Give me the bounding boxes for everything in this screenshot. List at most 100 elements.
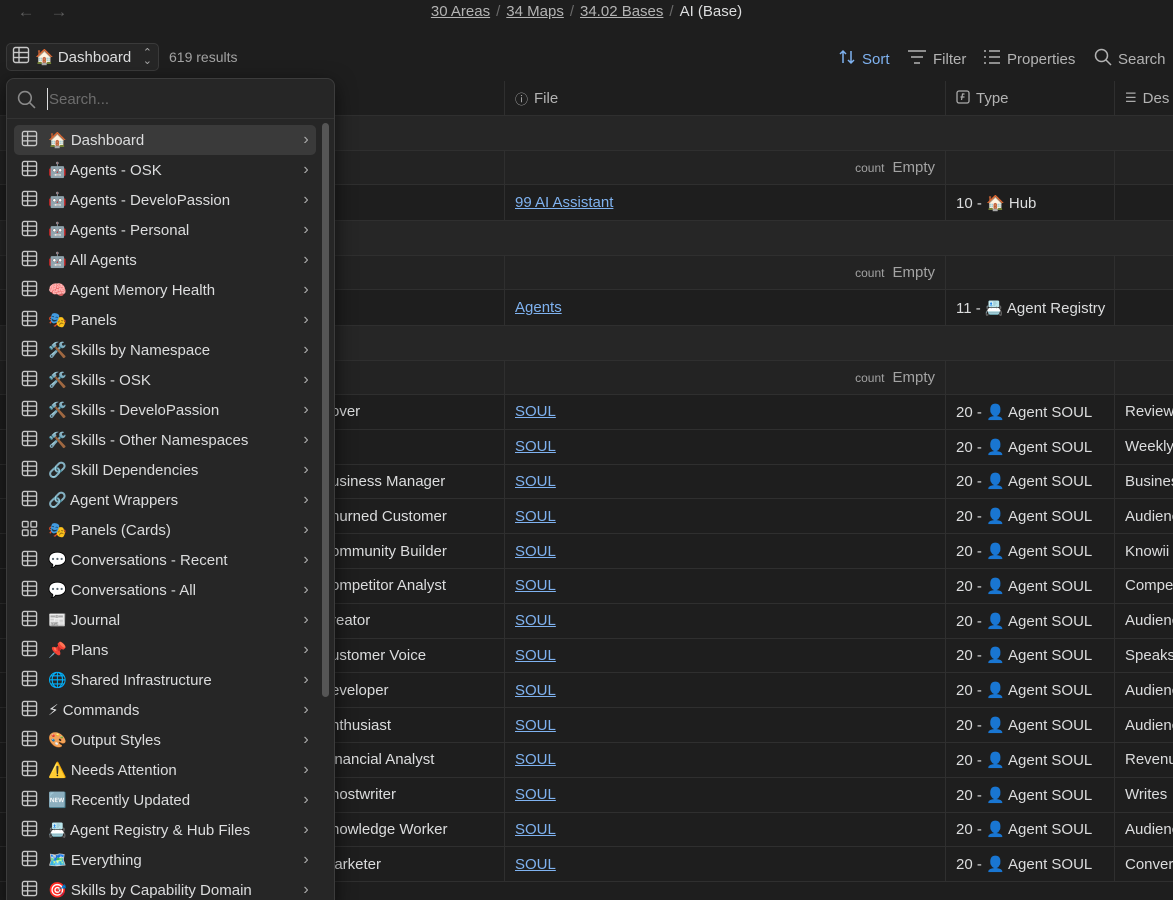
chevron-right-icon[interactable]: › — [296, 611, 316, 629]
view-item[interactable]: 📰 Journal › — [14, 605, 316, 635]
file-link[interactable]: SOUL — [515, 403, 556, 420]
view-item[interactable]: 🎭 Panels (Cards) › — [14, 515, 316, 545]
header-description[interactable]: ☰ Des — [1115, 81, 1173, 115]
chevron-right-icon[interactable]: › — [296, 881, 316, 899]
view-search-input[interactable] — [47, 88, 317, 110]
file-link[interactable]: SOUL — [515, 821, 556, 838]
view-selector[interactable]: 🏠 Dashboard ⌃ ⌄ — [6, 43, 159, 71]
view-item[interactable]: 📌 Plans › — [14, 635, 316, 665]
summary-cell-file[interactable]: count Empty — [505, 361, 946, 394]
view-item[interactable]: 🛠️ Skills - OSK › — [14, 365, 316, 395]
view-item[interactable]: 🛠️ Skills by Namespace › — [14, 335, 316, 365]
view-item[interactable]: 🤖 Agents - OSK › — [14, 155, 316, 185]
filter-button[interactable]: Filter — [907, 48, 966, 70]
cell-type[interactable]: 10 - 🏠 Hub — [946, 185, 1115, 220]
view-item[interactable]: 🗺️ Everything › — [14, 845, 316, 875]
chevron-right-icon[interactable]: › — [296, 671, 316, 689]
cell-description[interactable]: Audienc — [1115, 499, 1173, 533]
chevron-right-icon[interactable]: › — [296, 851, 316, 869]
cell-description[interactable]: Revenu — [1115, 743, 1173, 777]
view-item[interactable]: 🎭 Panels › — [14, 305, 316, 335]
cell-type[interactable]: 20 - 👤 Agent SOUL — [946, 743, 1115, 777]
file-link[interactable]: SOUL — [515, 508, 556, 525]
view-item[interactable]: 🛠️ Skills - DeveloPassion › — [14, 395, 316, 425]
chevron-right-icon[interactable]: › — [296, 281, 316, 299]
breadcrumb-link-bases[interactable]: 34.02 Bases — [580, 3, 663, 20]
cell-description[interactable]: Audienc — [1115, 604, 1173, 638]
view-item[interactable]: 🔗 Agent Wrappers › — [14, 485, 316, 515]
file-link[interactable]: 99 AI Assistant — [515, 194, 613, 211]
cell-type[interactable]: 20 - 👤 Agent SOUL — [946, 464, 1115, 499]
chevron-right-icon[interactable]: › — [296, 401, 316, 419]
chevron-right-icon[interactable]: › — [296, 371, 316, 389]
cell-type[interactable]: 20 - 👤 Agent SOUL — [946, 534, 1115, 568]
cell-description[interactable]: Compe — [1115, 569, 1173, 603]
view-item[interactable]: 💬 Conversations - All › — [14, 575, 316, 605]
summary-cell-file[interactable]: count Empty — [505, 256, 946, 289]
chevron-right-icon[interactable]: › — [296, 581, 316, 599]
scrollbar[interactable] — [322, 123, 329, 697]
chevron-right-icon[interactable]: › — [296, 341, 316, 359]
cell-description[interactable]: Audienc — [1115, 673, 1173, 707]
cell-type[interactable]: 20 - 👤 Agent SOUL — [946, 638, 1115, 673]
view-item[interactable]: 🧠 Agent Memory Health › — [14, 275, 316, 305]
cell-type[interactable]: 20 - 👤 Agent SOUL — [946, 673, 1115, 708]
file-link[interactable]: SOUL — [515, 786, 556, 803]
cell-type[interactable]: 20 - 👤 Agent SOUL — [946, 499, 1115, 534]
chevron-right-icon[interactable]: › — [296, 761, 316, 779]
cell-type[interactable]: 20 - 👤 Agent SOUL — [946, 812, 1115, 847]
file-link[interactable]: SOUL — [515, 543, 556, 560]
cell-description[interactable]: Audienc — [1115, 708, 1173, 742]
file-link[interactable]: SOUL — [515, 438, 556, 455]
cell-type[interactable]: 11 - 📇 Agent Registry — [946, 290, 1115, 325]
properties-button[interactable]: Properties — [983, 48, 1075, 70]
cell-description[interactable]: Knowii — [1115, 534, 1173, 568]
sort-button[interactable]: Sort — [838, 48, 890, 70]
chevron-right-icon[interactable]: › — [296, 731, 316, 749]
cell-description[interactable]: Conver — [1115, 847, 1173, 881]
cell-description[interactable]: Writes — [1115, 778, 1173, 812]
file-link[interactable]: Agents — [515, 299, 562, 316]
chevron-right-icon[interactable]: › — [296, 641, 316, 659]
view-item[interactable]: 🤖 Agents - Personal › — [14, 215, 316, 245]
view-item[interactable]: ⚡ Commands › — [14, 695, 316, 725]
cell-description[interactable] — [1115, 185, 1173, 220]
header-type[interactable]: Type — [946, 81, 1115, 115]
chevron-right-icon[interactable]: › — [296, 431, 316, 449]
chevron-right-icon[interactable]: › — [296, 701, 316, 719]
chevron-right-icon[interactable]: › — [296, 221, 316, 239]
cell-type[interactable]: 20 - 👤 Agent SOUL — [946, 708, 1115, 742]
cell-type[interactable]: 20 - 👤 Agent SOUL — [946, 429, 1115, 464]
file-link[interactable]: SOUL — [515, 612, 556, 629]
cell-type[interactable]: 20 - 👤 Agent SOUL — [946, 777, 1115, 812]
cell-description[interactable]: Audienc — [1115, 813, 1173, 847]
cell-description[interactable] — [1115, 290, 1173, 325]
file-link[interactable]: SOUL — [515, 751, 556, 768]
view-item[interactable]: 🌐 Shared Infrastructure › — [14, 665, 316, 695]
breadcrumb-link-areas[interactable]: 30 Areas — [431, 3, 490, 20]
file-link[interactable]: SOUL — [515, 682, 556, 699]
view-item[interactable]: 🎯 Skills by Capability Domain › — [14, 875, 316, 900]
cell-description[interactable]: Busines — [1115, 465, 1173, 499]
cell-description[interactable]: Review — [1115, 395, 1173, 429]
view-item[interactable]: 💬 Conversations - Recent › — [14, 545, 316, 575]
chevron-right-icon[interactable]: › — [296, 791, 316, 809]
file-link[interactable]: SOUL — [515, 717, 556, 734]
view-item[interactable]: 🎨 Output Styles › — [14, 725, 316, 755]
file-link[interactable]: SOUL — [515, 473, 556, 490]
chevron-right-icon[interactable]: › — [296, 311, 316, 329]
file-link[interactable]: SOUL — [515, 856, 556, 873]
view-item[interactable]: 🛠️ Skills - Other Namespaces › — [14, 425, 316, 455]
chevron-right-icon[interactable]: › — [296, 191, 316, 209]
chevron-right-icon[interactable]: › — [296, 521, 316, 539]
chevron-right-icon[interactable]: › — [296, 461, 316, 479]
view-item[interactable]: ⚠️ Needs Attention › — [14, 755, 316, 785]
chevron-right-icon[interactable]: › — [296, 251, 316, 269]
chevron-right-icon[interactable]: › — [296, 161, 316, 179]
cell-type[interactable]: 20 - 👤 Agent SOUL — [946, 603, 1115, 638]
chevron-right-icon[interactable]: › — [296, 131, 316, 149]
view-item[interactable]: 🤖 Agents - DeveloPassion › — [14, 185, 316, 215]
view-item[interactable]: 🏠 Dashboard › — [14, 125, 316, 155]
file-link[interactable]: SOUL — [515, 577, 556, 594]
chevron-right-icon[interactable]: › — [296, 821, 316, 839]
